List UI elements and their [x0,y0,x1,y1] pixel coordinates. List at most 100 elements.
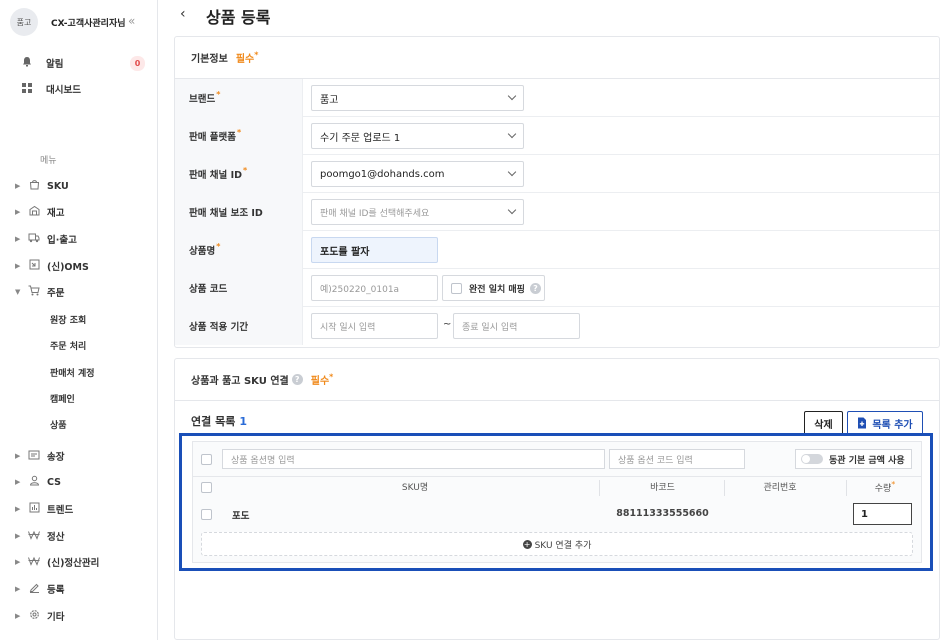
sidebar-item-label: (신)OMS [47,262,89,273]
sidebar-item-new-settlement[interactable]: ▶ (신)정산관리 [15,555,99,569]
required-tag: 필수* [310,372,334,387]
field-label: 브랜드 * [175,79,303,117]
sidebar-item-inventory[interactable]: ▶ 재고 [15,205,64,219]
caret-right-icon: ▶ [15,235,21,243]
sidebar-item-dashboard[interactable]: 대시보드 [20,82,81,96]
form-row-sub-channel: 판매 채널 보조 ID 판매 채널 ID를 선택해주세요 [175,193,939,231]
sidebar-item-invoice[interactable]: ▶ 송장 [15,449,64,463]
back-icon[interactable]: ‹ [180,6,186,22]
warehouse-icon [27,205,41,219]
add-doc-icon [857,417,867,429]
section-title: 상품과 품고 SKU 연결 [191,376,289,387]
sidebar-subitem-ledger[interactable]: 원장 조회 [50,313,86,326]
oms-icon [27,259,41,273]
sidebar-item-label: 주문 [47,288,65,299]
sidebar: 품고 CX-고객사관리자님 « 알림 0 대시보드 메뉴 ▶ SKU ▶ 재고 … [0,0,158,640]
sidebar-item-alert[interactable]: 알림 [20,56,63,70]
caret-right-icon: ▶ [15,182,21,190]
basic-info-header: 기본정보 필수* [175,37,939,79]
caret-right-icon: ▶ [15,208,21,216]
sidebar-item-label: CS [47,476,61,488]
table-divider [193,476,921,477]
option-row-checkbox[interactable] [201,454,212,465]
sidebar-item-label: 재고 [47,208,65,219]
option-code-input[interactable]: 상품 옵션 코드 입력 [609,449,745,469]
exact-match-checkbox-box[interactable]: 완전 일치 매핑 ? [442,275,545,301]
org-name: CX-고객사관리자님 [51,18,126,29]
collapse-icon[interactable]: « [128,14,135,28]
sidebar-subitem-seller-account[interactable]: 판매처 계정 [50,366,95,379]
won-icon [27,556,41,569]
invoice-icon [27,450,41,463]
field-label: 상품명 * [175,231,303,269]
sidebar-item-etc[interactable]: ▶ 기타 [15,609,64,623]
form-row-brand: 브랜드 * 품고 [175,79,939,117]
product-name-input[interactable]: 포도를 팔자 [311,237,438,263]
field-label: 판매 채널 보조 ID [175,193,303,231]
sidebar-item-label: SKU [47,180,69,192]
delete-button[interactable]: 삭제 [804,411,843,435]
sidebar-subitem-product[interactable]: 상품 [50,418,67,431]
platform-select[interactable]: 수기 주문 업로드 1 [311,123,524,149]
caret-right-icon: ▶ [15,262,21,270]
sidebar-item-label: 대시보드 [46,85,81,96]
sidebar-item-register[interactable]: ▶ 등록 [15,582,64,596]
alert-count-badge: 0 [130,56,145,71]
sku-link-header: 상품과 품고 SKU 연결 ? 필수* [175,359,939,401]
column-separator [599,480,600,496]
avatar[interactable]: 품고 [10,8,38,36]
product-code-input[interactable]: 예)250220_0101a [311,275,438,301]
sidebar-item-settlement[interactable]: ▶ 정산 [15,529,64,543]
exact-match-label: 완전 일치 매핑 [469,284,525,295]
sidebar-item-new-oms[interactable]: ▶ (신)OMS [15,259,89,273]
field-label: 판매 채널 ID * [175,155,303,193]
sidebar-item-orders[interactable]: ▼ 주문 [15,285,64,299]
add-sku-label: SKU 연결 추가 [534,540,592,551]
section-title: 기본정보 [191,54,228,65]
sidebar-item-sku[interactable]: ▶ SKU [15,179,69,193]
plus-circle-icon: + [522,539,532,549]
menu-section-label: 메뉴 [40,156,57,166]
field-label: 상품 코드 [175,269,303,307]
form-row-platform: 판매 플랫폼 * 수기 주문 업로드 1 [175,117,939,155]
exact-match-checkbox[interactable] [451,282,462,294]
sidebar-subitem-order-process[interactable]: 주문 처리 [50,339,86,352]
caret-right-icon: ▶ [15,505,21,513]
sidebar-subitem-campaign[interactable]: 캠페인 [50,392,75,405]
brand-select[interactable]: 품고 [311,85,524,111]
quantity-input[interactable]: 1 [853,503,912,525]
bell-icon [20,56,34,70]
help-icon[interactable]: ? [291,374,303,385]
sidebar-item-cs[interactable]: ▶ CS [15,475,61,489]
channel-select[interactable]: poomgo1@dohands.com [311,161,524,187]
pencil-icon [27,582,41,596]
sidebar-item-label: 기타 [47,612,65,623]
add-sku-link-button[interactable]: + SKU 연결 추가 [201,532,913,556]
field-label: 판매 플랫폼 * [175,117,303,155]
page-title: 상품 등록 [206,8,271,27]
form-row-product-name: 상품명 * 포도를 팔자 [175,231,939,269]
sub-channel-select[interactable]: 판매 채널 ID를 선택해주세요 [311,199,524,225]
form-row-channel: 판매 채널 ID * poomgo1@dohands.com [175,155,939,193]
column-header-barcode: 바코드 [650,483,675,493]
add-list-button[interactable]: 목록 추가 [847,411,923,435]
sidebar-item-inout[interactable]: ▶ 입·출고 [15,232,77,246]
column-separator [724,480,725,496]
caret-right-icon: ▶ [15,532,21,540]
sidebar-item-trend[interactable]: ▶ 트렌드 [15,502,73,516]
list-count: 1 [239,415,247,428]
chart-icon [27,502,41,516]
help-icon[interactable]: ? [529,282,541,294]
option-name-input[interactable]: 상품 옵션명 입력 [222,449,605,469]
bag-icon [27,179,41,193]
same-price-toggle[interactable] [801,454,823,464]
start-date-input[interactable]: 시작 일시 입력 [311,313,438,339]
person-icon [27,475,41,489]
row-checkbox[interactable] [201,509,212,520]
period-separator: ~ [443,319,452,330]
cart-icon [27,285,41,299]
sidebar-item-label: 알림 [46,59,64,70]
select-all-checkbox[interactable] [201,482,212,493]
won-icon [27,530,41,543]
end-date-input[interactable]: 종료 일시 입력 [453,313,580,339]
